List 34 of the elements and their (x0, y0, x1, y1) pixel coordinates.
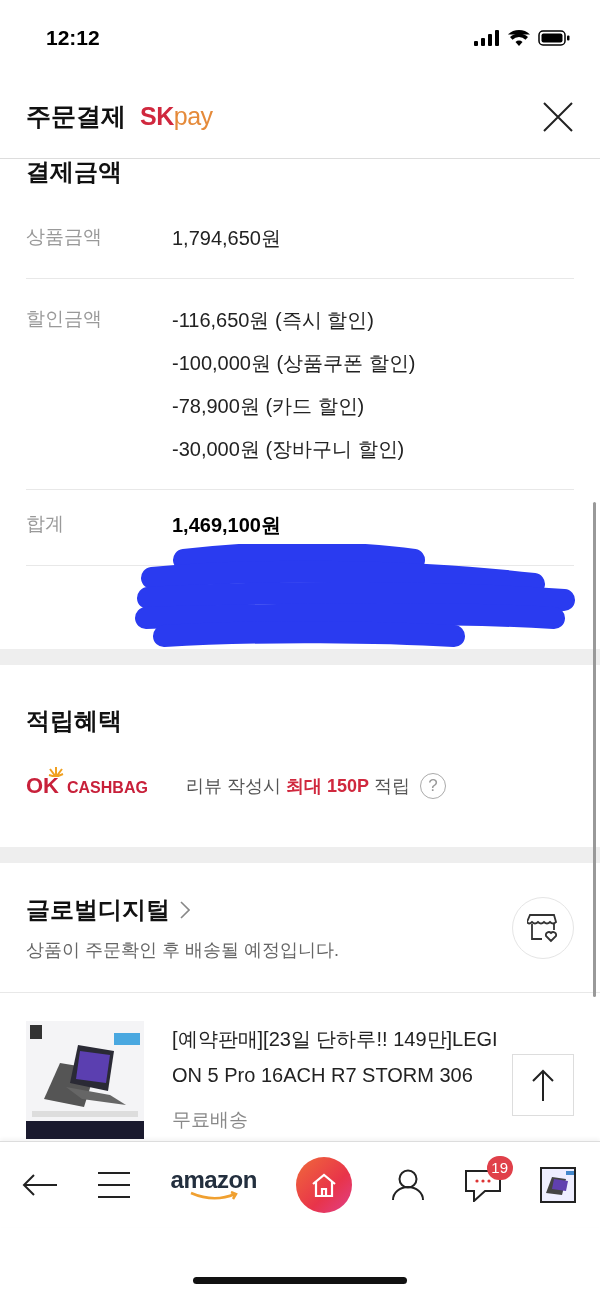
chevron-icon (180, 900, 190, 919)
wifi-icon (508, 29, 530, 46)
amazon-logo[interactable]: amazon (170, 1168, 257, 1201)
arrow-up-icon (532, 1069, 554, 1101)
signal-icon (474, 29, 500, 46)
amount-value: -116,650원 (즉시 할인) (172, 308, 375, 333)
page-title: 주문결제 (26, 101, 126, 132)
home-icon (311, 1172, 338, 1197)
product-title[interactable]: [예약판매][23일 단하루!! 149만]LEGION 5 Pro 16ACH R7 STORM 306 (172, 1021, 500, 1093)
close-icon[interactable] (542, 100, 574, 133)
status-time: 12:12 (46, 25, 100, 50)
row-label: 상품금액 (26, 225, 103, 249)
row-label: 할인금액 (26, 307, 103, 331)
notification-badge: 19 (486, 1155, 513, 1180)
user-icon[interactable] (391, 1168, 426, 1201)
menu-icon[interactable] (97, 1170, 132, 1199)
section-title: 결제금액 (26, 157, 123, 187)
seller-link[interactable]: 글로벌디지털 (26, 893, 190, 926)
back-icon[interactable] (22, 1172, 58, 1197)
amount-value: -100,000원 (상품쿠폰 할인) (172, 351, 416, 376)
amount-value: 1,794,650원 (172, 226, 281, 251)
row-label: 합계 (26, 512, 65, 536)
battery-icon (538, 29, 570, 46)
cashbag-logo: OK CASHBAG (26, 763, 148, 799)
shipping-note: 상품이 주문확인 후 배송될 예정입니다. (26, 938, 339, 962)
amount-value: -30,000원 (장바구니 할인) (172, 437, 406, 462)
scroll-top-button[interactable] (512, 1054, 574, 1116)
amount-value: -78,900원 (카드 할인) (172, 394, 366, 419)
store-heart-icon (527, 912, 559, 943)
reward-text: 리뷰 작성시 최대 150P 적립 (185, 775, 410, 798)
shipping-label: 무료배송 (172, 1108, 249, 1132)
total-amount: 1,469,100원 (172, 513, 281, 538)
section-title: 적립혜택 (26, 706, 123, 736)
brand-logo: SKpay (140, 102, 213, 131)
